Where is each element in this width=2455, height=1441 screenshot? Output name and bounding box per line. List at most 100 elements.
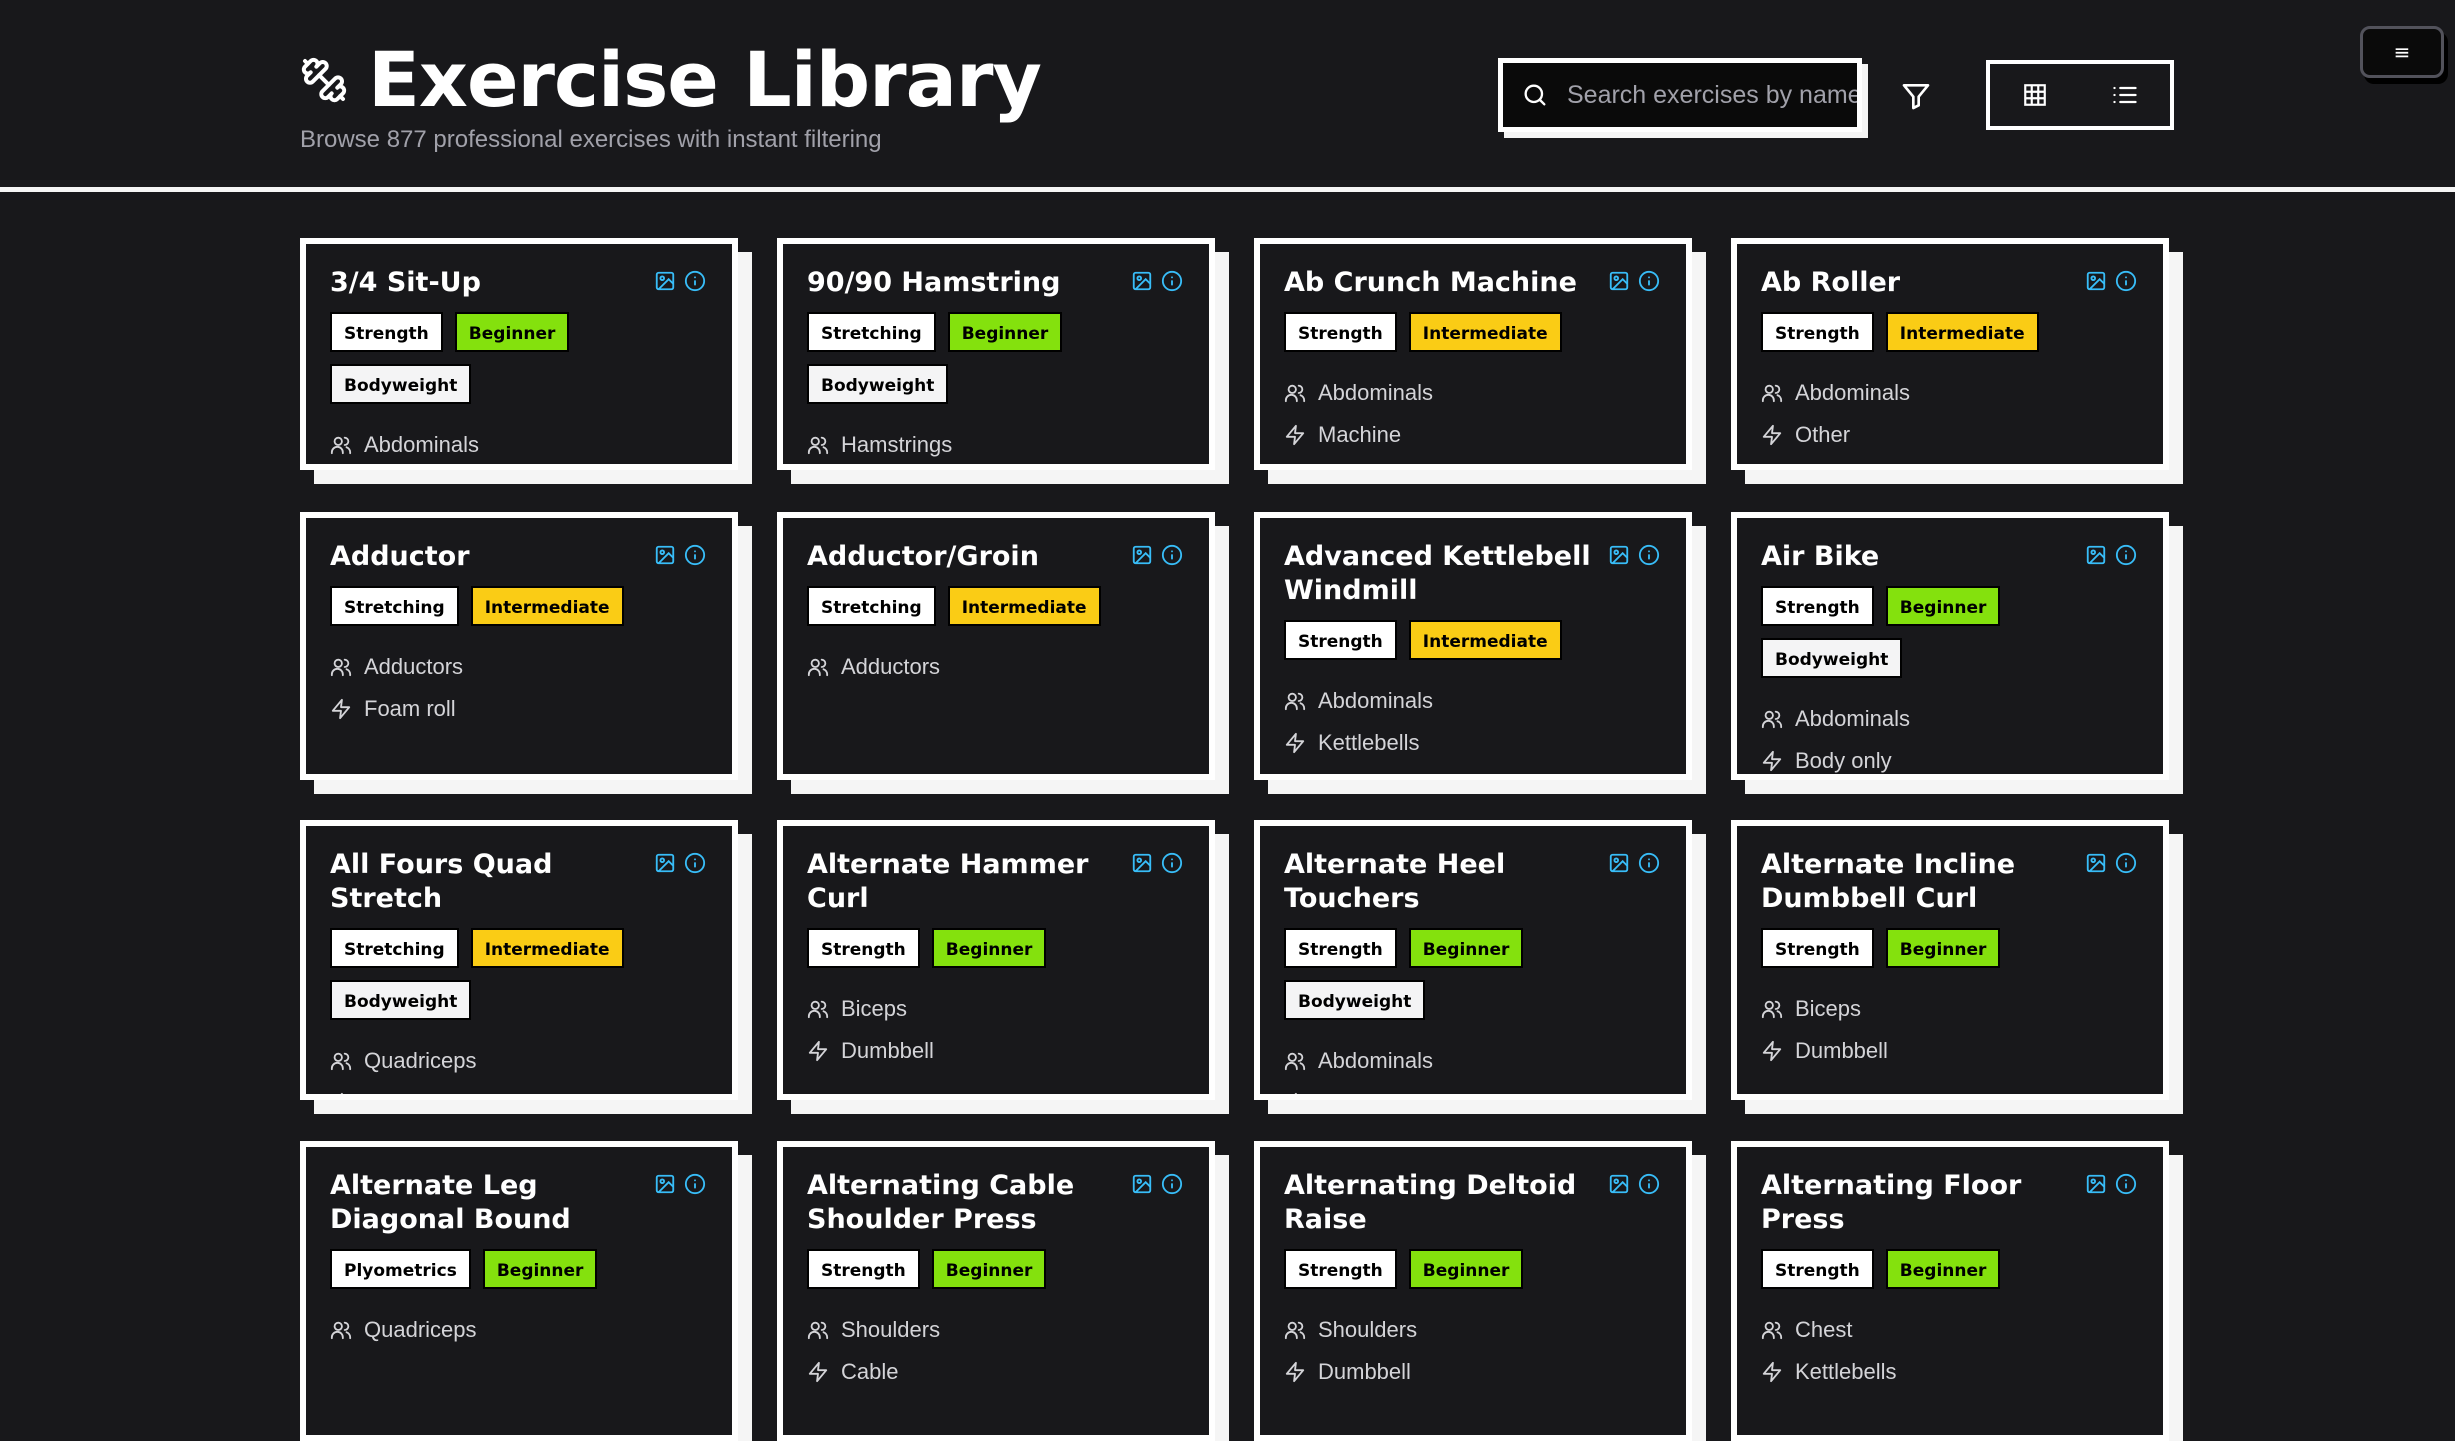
exercise-name: Alternate Leg Diagonal Bound <box>330 1170 571 1235</box>
image-icon[interactable] <box>2085 852 2107 874</box>
equipment-label: Cable <box>841 1359 899 1384</box>
card-meta: Abdominals Body only <box>1284 1040 1662 1094</box>
card-actions <box>2085 852 2137 874</box>
exercise-card[interactable]: 3/4 Sit-Up Strength Beginner Bodyweight Abdo… <box>300 238 738 470</box>
image-icon[interactable] <box>654 852 676 874</box>
image-icon[interactable] <box>1608 270 1630 292</box>
muscle-row: Biceps <box>807 988 1185 1030</box>
equipment-row: Body only <box>1761 740 2139 774</box>
tag-list: Stretching Intermediate <box>330 586 708 626</box>
info-icon[interactable] <box>684 544 706 566</box>
card-actions <box>1608 852 1660 874</box>
equipment-label: Kettlebells <box>1795 1359 1897 1384</box>
image-icon[interactable] <box>1131 852 1153 874</box>
info-icon[interactable] <box>1161 270 1183 292</box>
level-tag: Beginner <box>454 312 570 352</box>
image-icon[interactable] <box>1131 1173 1153 1195</box>
card-actions <box>2085 270 2137 292</box>
exercise-card[interactable]: Alternate Hammer Curl Strength Beginner Bic… <box>777 820 1215 1100</box>
list-icon <box>2113 86 2137 104</box>
card-actions <box>2085 1173 2137 1195</box>
category-tag: Strength <box>1284 928 1397 968</box>
info-icon[interactable] <box>2115 852 2137 874</box>
tag-list: Strength Beginner Bodyweight <box>1284 928 1662 1020</box>
view-toggle[interactable] <box>1986 60 2174 130</box>
info-icon[interactable] <box>1638 270 1660 292</box>
page-subtitle: Browse 877 professional exercises with i… <box>300 126 882 153</box>
search-box[interactable] <box>1498 58 1862 132</box>
info-icon[interactable] <box>2115 1173 2137 1195</box>
zap-icon <box>1762 750 1782 772</box>
image-icon[interactable] <box>1131 270 1153 292</box>
level-tag: Beginner <box>482 1249 598 1289</box>
info-icon[interactable] <box>684 1173 706 1195</box>
exercise-card[interactable]: Alternate Heel Touchers Strength Beginner B… <box>1254 820 1692 1100</box>
muscle-row: Abdominals <box>1284 1040 1662 1082</box>
exercise-card[interactable]: Alternate Incline Dumbbell Curl Strength B… <box>1731 820 2169 1100</box>
image-icon[interactable] <box>1131 544 1153 566</box>
card-actions <box>654 270 706 292</box>
exercise-card[interactable]: Alternating Deltoid Raise Strength Beginne… <box>1254 1141 1692 1441</box>
equipment-label: Dumbbell <box>1318 1359 1411 1384</box>
users-icon <box>1761 384 1783 403</box>
tag-list: Stretching Intermediate Bodyweight <box>330 928 708 1020</box>
exercise-card[interactable]: Advanced Kettlebell Windmill Strength Inte… <box>1254 512 1692 780</box>
exercise-card[interactable]: Alternating Floor Press Strength Beginner C… <box>1731 1141 2169 1441</box>
list-view-button[interactable] <box>2080 64 2170 126</box>
image-icon[interactable] <box>1608 544 1630 566</box>
category-tag: Strength <box>330 312 443 352</box>
zap-icon <box>1762 424 1782 446</box>
users-icon <box>807 436 829 455</box>
card-actions <box>1131 544 1183 566</box>
exercise-name: Ab Crunch Machine <box>1284 267 1577 298</box>
image-icon[interactable] <box>654 1173 676 1195</box>
exercise-card[interactable]: 90/90 Hamstring Stretching Beginner Bodywei… <box>777 238 1215 470</box>
tag-list: Stretching Beginner Bodyweight <box>807 312 1185 404</box>
tag-list: Strength Beginner <box>1284 1249 1662 1289</box>
info-icon[interactable] <box>1638 1173 1660 1195</box>
exercise-card[interactable]: Ab Crunch Machine Strength Intermediate Abd… <box>1254 238 1692 470</box>
image-icon[interactable] <box>654 544 676 566</box>
search-input[interactable] <box>1567 80 1857 110</box>
menu-button[interactable]: ≡ <box>2360 26 2444 78</box>
equipment-label: Machine <box>1318 422 1402 447</box>
grid-view-button[interactable] <box>1990 64 2080 126</box>
users-icon <box>330 1321 352 1340</box>
info-icon[interactable] <box>2115 270 2137 292</box>
level-tag: Beginner <box>931 928 1047 968</box>
card-actions <box>2085 544 2137 566</box>
exercise-card[interactable]: All Fours Quad Stretch Stretching Intermed… <box>300 820 738 1100</box>
info-icon[interactable] <box>1161 852 1183 874</box>
equipment-row: Foam roll <box>330 688 708 730</box>
info-icon[interactable] <box>684 852 706 874</box>
image-icon[interactable] <box>654 270 676 292</box>
muscle-label: Hamstrings <box>841 432 953 457</box>
exercise-card[interactable]: Alternate Leg Diagonal Bound Plyometrics B… <box>300 1141 738 1441</box>
card-meta: Quadriceps Body only <box>330 1040 708 1094</box>
image-icon[interactable] <box>2085 270 2107 292</box>
image-icon[interactable] <box>2085 1173 2107 1195</box>
exercise-card[interactable]: Alternating Cable Shoulder Press Strength… <box>777 1141 1215 1441</box>
info-icon[interactable] <box>1161 1173 1183 1195</box>
filter-icon <box>1902 84 1930 110</box>
image-icon[interactable] <box>2085 544 2107 566</box>
zap-icon <box>1294 1092 1297 1094</box>
exercise-card[interactable]: Air Bike Strength Beginner Bodyweight Abdomi… <box>1731 512 2169 780</box>
exercise-card[interactable]: Ab Roller Strength Intermediate Abdominals O… <box>1731 238 2169 470</box>
info-icon[interactable] <box>1161 544 1183 566</box>
exercise-card[interactable]: Adductor Stretching Intermediate Adductors F… <box>300 512 738 780</box>
muscle-label: Abdominals <box>364 432 479 457</box>
image-icon[interactable] <box>1608 1173 1630 1195</box>
info-icon[interactable] <box>2115 544 2137 566</box>
level-tag: Intermediate <box>470 928 624 968</box>
filter-button[interactable] <box>1896 76 1936 116</box>
category-tag: Stretching <box>807 312 936 352</box>
exercise-card[interactable]: Adductor/Groin Stretching Intermediate Addu… <box>777 512 1215 780</box>
category-tag: Strength <box>1761 1249 1874 1289</box>
card-actions <box>1131 270 1183 292</box>
zap-icon <box>1762 1361 1782 1383</box>
info-icon[interactable] <box>1638 544 1660 566</box>
info-icon[interactable] <box>684 270 706 292</box>
image-icon[interactable] <box>1608 852 1630 874</box>
info-icon[interactable] <box>1638 852 1660 874</box>
